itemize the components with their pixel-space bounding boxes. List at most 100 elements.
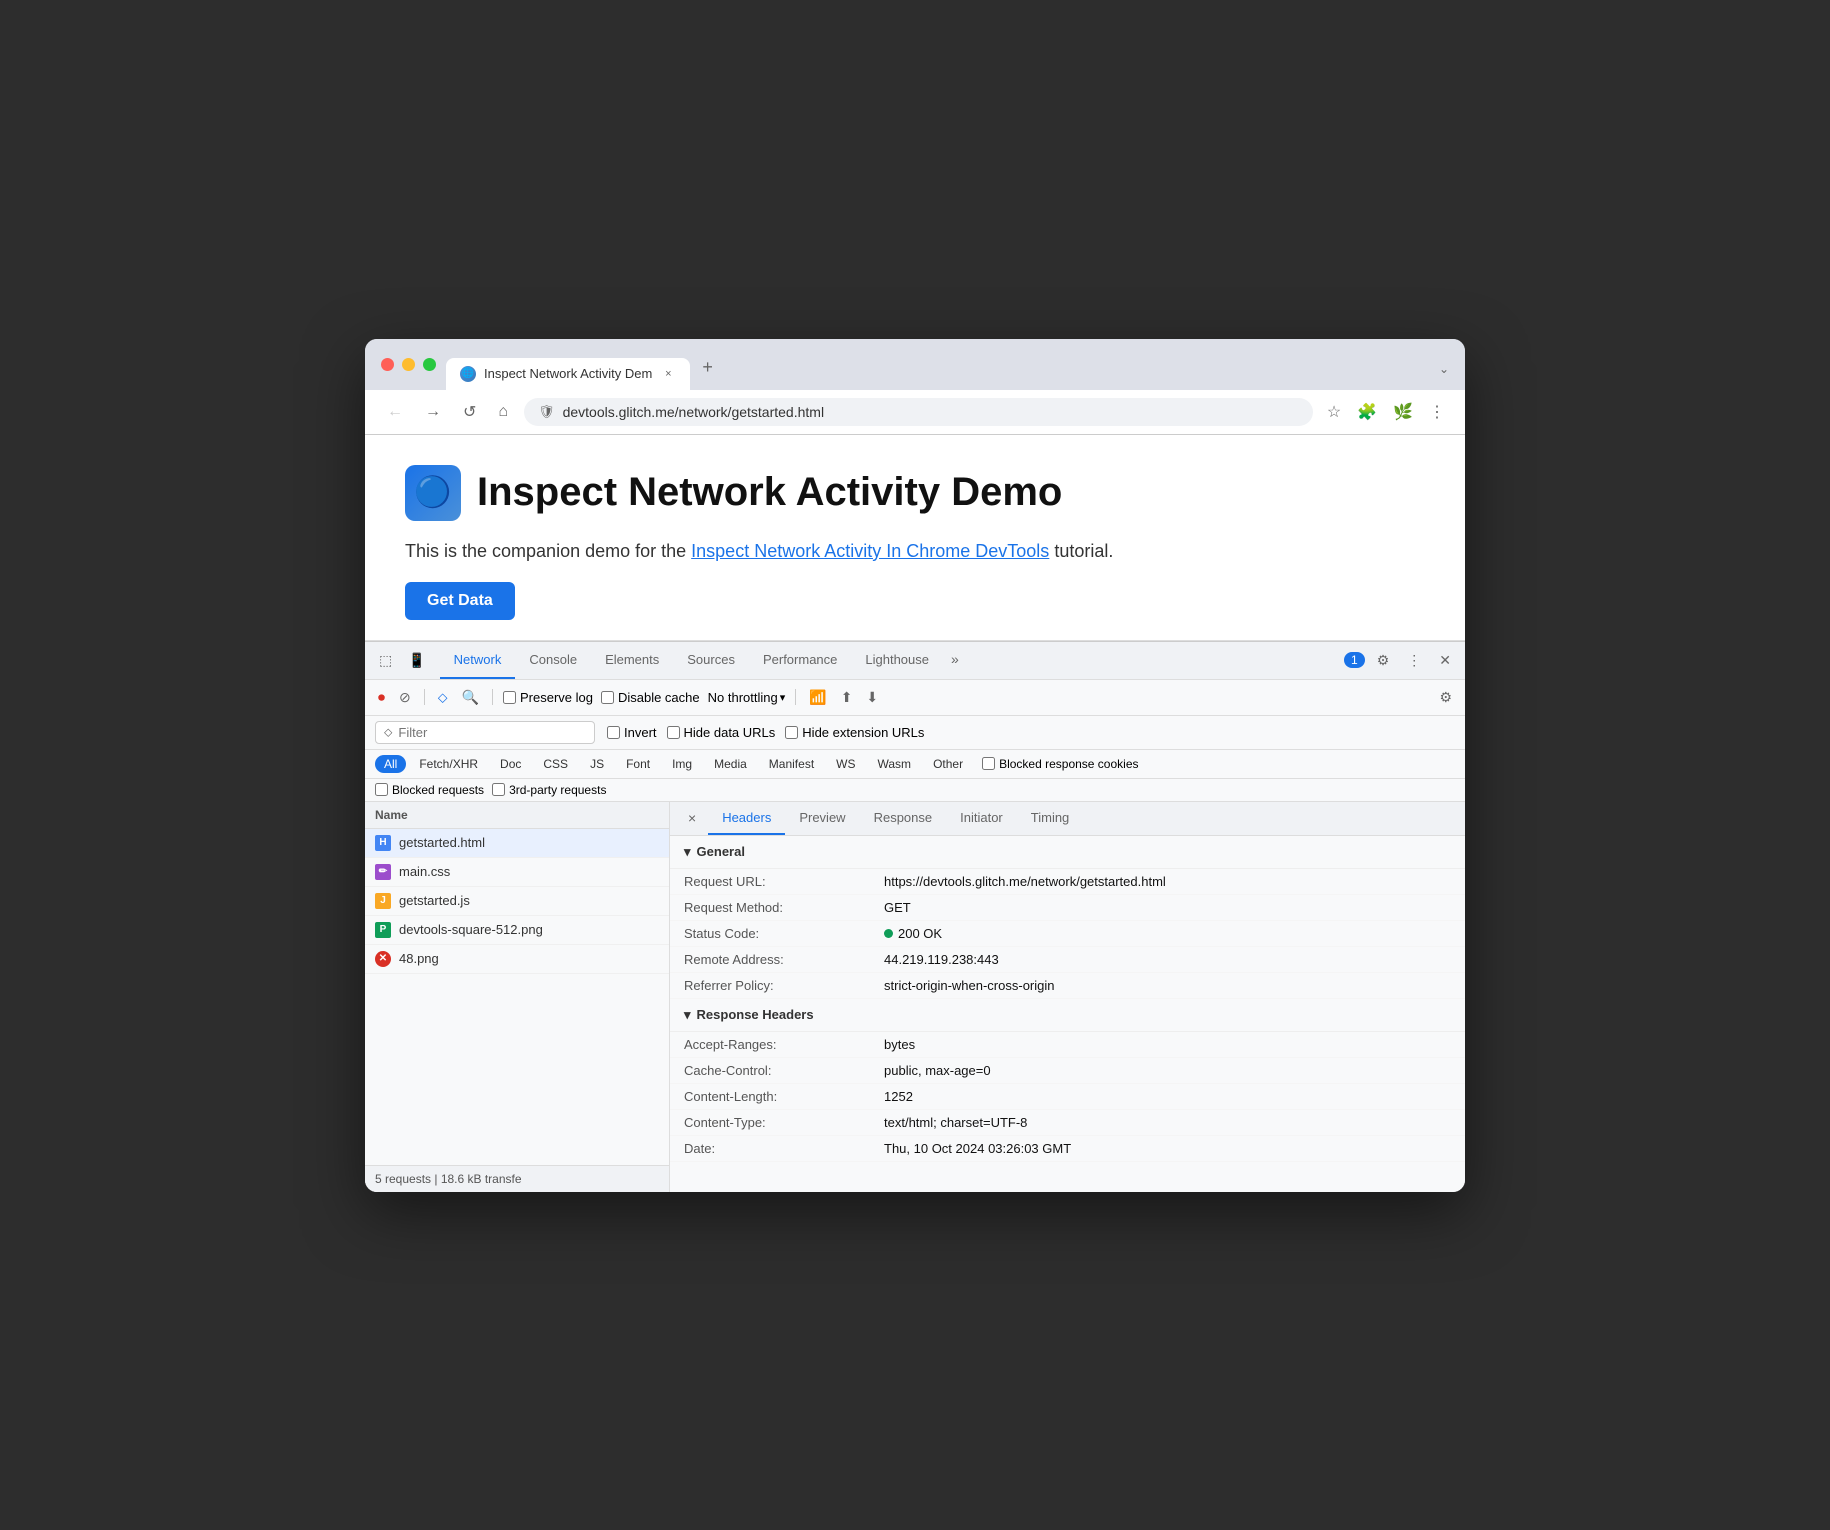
clear-icon[interactable]: ⊘ bbox=[396, 686, 414, 709]
third-party-checkbox[interactable] bbox=[492, 783, 505, 796]
get-data-button[interactable]: Get Data bbox=[405, 582, 515, 620]
detail-tab-response[interactable]: Response bbox=[860, 802, 947, 835]
filter-all[interactable]: All bbox=[375, 755, 406, 773]
third-party-toggle[interactable]: 3rd-party requests bbox=[492, 783, 606, 797]
list-item[interactable]: H getstarted.html bbox=[365, 829, 669, 858]
maximize-traffic-light[interactable] bbox=[423, 358, 436, 371]
menu-icon[interactable]: ⋮ bbox=[1425, 398, 1449, 426]
date-key: Date: bbox=[684, 1141, 884, 1156]
throttle-select-wrap[interactable]: No throttling ▾ bbox=[708, 690, 786, 705]
subtitle-after: tutorial. bbox=[1054, 541, 1113, 561]
export-har-icon[interactable]: ⬇ bbox=[863, 686, 881, 709]
detail-close-button[interactable]: × bbox=[680, 802, 704, 834]
status-dot bbox=[884, 929, 893, 938]
detail-tab-preview[interactable]: Preview bbox=[785, 802, 859, 835]
more-options-icon[interactable]: ⋮ bbox=[1401, 646, 1427, 675]
network-conditions-icon[interactable]: 📶 bbox=[806, 686, 829, 709]
detail-tab-headers[interactable]: Headers bbox=[708, 802, 785, 835]
search-icon[interactable]: 🔍 bbox=[459, 686, 482, 709]
disable-cache-toggle[interactable]: Disable cache bbox=[601, 690, 700, 705]
filter-img[interactable]: Img bbox=[663, 755, 701, 773]
filter-icon[interactable]: ⬦ bbox=[435, 686, 451, 709]
filter-wasm[interactable]: Wasm bbox=[869, 755, 921, 773]
preserve-log-checkbox[interactable] bbox=[503, 691, 516, 704]
blocked-cookies-toggle[interactable]: Blocked response cookies bbox=[982, 757, 1138, 771]
file-name: main.css bbox=[399, 864, 450, 879]
extensions-icon[interactable]: 🧩 bbox=[1353, 398, 1381, 426]
disable-cache-checkbox[interactable] bbox=[601, 691, 614, 704]
type-filter-bar: All Fetch/XHR Doc CSS JS Font Img Media … bbox=[365, 750, 1465, 779]
refresh-button[interactable]: ↺ bbox=[457, 398, 482, 426]
filter-ws[interactable]: WS bbox=[827, 755, 864, 773]
content-type-key: Content-Type: bbox=[684, 1115, 884, 1130]
tab-sources[interactable]: Sources bbox=[673, 642, 749, 679]
filter-other[interactable]: Other bbox=[924, 755, 972, 773]
close-traffic-light[interactable] bbox=[381, 358, 394, 371]
url-bar[interactable]: 🛡 devtools.glitch.me/network/getstarted.… bbox=[524, 398, 1313, 426]
devtools-right-toolbar: 1 ⚙ ⋮ ✕ bbox=[1344, 646, 1457, 675]
close-devtools-icon[interactable]: ✕ bbox=[1433, 646, 1457, 675]
filter-funnel-icon: ⬦ bbox=[384, 725, 392, 740]
file-name: getstarted.js bbox=[399, 893, 470, 908]
tab-lighthouse[interactable]: Lighthouse bbox=[851, 642, 943, 679]
list-item[interactable]: P devtools-square-512.png bbox=[365, 916, 669, 945]
tab-close-button[interactable]: × bbox=[660, 366, 676, 382]
record-stop-icon[interactable]: ⏺ bbox=[375, 686, 388, 709]
back-button[interactable]: ← bbox=[381, 399, 409, 425]
cache-control-key: Cache-Control: bbox=[684, 1063, 884, 1078]
detail-tab-timing[interactable]: Timing bbox=[1017, 802, 1084, 835]
date-value: Thu, 10 Oct 2024 03:26:03 GMT bbox=[884, 1141, 1451, 1156]
profile-icon[interactable]: 🌿 bbox=[1389, 398, 1417, 426]
invert-toggle[interactable]: Invert bbox=[607, 725, 657, 740]
console-badge[interactable]: 1 bbox=[1344, 652, 1365, 668]
invert-checkbox[interactable] bbox=[607, 726, 620, 739]
subtitle-link[interactable]: Inspect Network Activity In Chrome DevTo… bbox=[691, 541, 1049, 561]
tab-overflow-button[interactable]: ⌄ bbox=[1439, 362, 1449, 390]
blocked-requests-toggle[interactable]: Blocked requests bbox=[375, 783, 484, 797]
traffic-lights bbox=[381, 358, 436, 385]
filter-input[interactable] bbox=[398, 725, 538, 740]
hide-data-urls-checkbox[interactable] bbox=[667, 726, 680, 739]
list-item[interactable]: ✏ main.css bbox=[365, 858, 669, 887]
filter-manifest[interactable]: Manifest bbox=[760, 755, 823, 773]
response-section-header[interactable]: ▾ Response Headers bbox=[670, 999, 1465, 1032]
active-tab[interactable]: 🌐 Inspect Network Activity Dem × bbox=[446, 358, 690, 390]
network-settings-icon[interactable]: ⚙ bbox=[1436, 686, 1455, 709]
tab-title: Inspect Network Activity Dem bbox=[484, 366, 652, 381]
home-button[interactable]: ⌂ bbox=[492, 399, 514, 425]
tab-network[interactable]: Network bbox=[440, 642, 516, 679]
settings-icon[interactable]: ⚙ bbox=[1371, 646, 1396, 675]
filter-font[interactable]: Font bbox=[617, 755, 659, 773]
blocked-requests-checkbox[interactable] bbox=[375, 783, 388, 796]
forward-button[interactable]: → bbox=[419, 399, 447, 425]
list-item[interactable]: ✕ 48.png bbox=[365, 945, 669, 974]
request-method-value: GET bbox=[884, 900, 1451, 915]
file-list-header: Name bbox=[365, 802, 669, 829]
filter-js[interactable]: JS bbox=[581, 755, 613, 773]
tab-more[interactable]: » bbox=[943, 643, 967, 677]
png-file-icon: P bbox=[375, 922, 391, 938]
filter-fetch-xhr[interactable]: Fetch/XHR bbox=[410, 755, 487, 773]
blocked-cookies-checkbox[interactable] bbox=[982, 757, 995, 770]
minimize-traffic-light[interactable] bbox=[402, 358, 415, 371]
hide-data-urls-toggle[interactable]: Hide data URLs bbox=[667, 725, 776, 740]
list-item[interactable]: J getstarted.js bbox=[365, 887, 669, 916]
filter-media[interactable]: Media bbox=[705, 755, 756, 773]
hide-extension-urls-toggle[interactable]: Hide extension URLs bbox=[785, 725, 924, 740]
import-har-icon[interactable]: ⬆ bbox=[838, 686, 856, 709]
tab-elements[interactable]: Elements bbox=[591, 642, 673, 679]
preserve-log-toggle[interactable]: Preserve log bbox=[503, 690, 593, 705]
hide-extension-urls-checkbox[interactable] bbox=[785, 726, 798, 739]
filter-css[interactable]: CSS bbox=[534, 755, 577, 773]
preserve-log-label: Preserve log bbox=[520, 690, 593, 705]
general-section-header[interactable]: ▾ General bbox=[670, 836, 1465, 869]
inspect-element-icon[interactable]: ⬚ bbox=[373, 644, 398, 677]
tab-console[interactable]: Console bbox=[515, 642, 591, 679]
filter-doc[interactable]: Doc bbox=[491, 755, 530, 773]
throttle-label: No throttling bbox=[708, 690, 778, 705]
bookmark-icon[interactable]: ☆ bbox=[1323, 398, 1345, 426]
new-tab-button[interactable]: + bbox=[694, 353, 721, 390]
detail-tab-initiator[interactable]: Initiator bbox=[946, 802, 1017, 835]
tab-performance[interactable]: Performance bbox=[749, 642, 851, 679]
device-toolbar-icon[interactable]: 📱 bbox=[402, 644, 431, 677]
